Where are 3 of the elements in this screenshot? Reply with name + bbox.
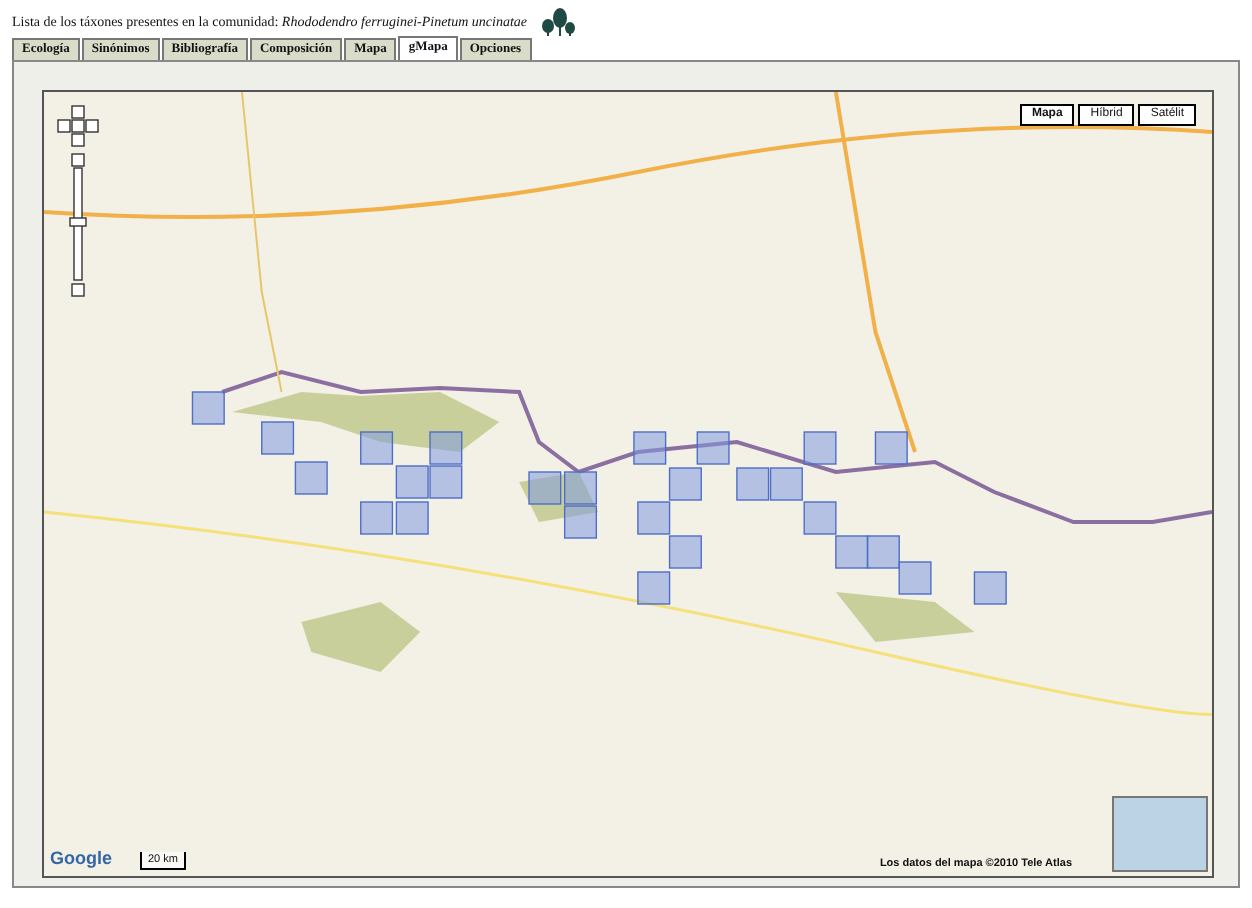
overview-map[interactable] [1112, 796, 1208, 872]
trees-icon [539, 8, 576, 36]
map-logo: Google [50, 845, 112, 872]
